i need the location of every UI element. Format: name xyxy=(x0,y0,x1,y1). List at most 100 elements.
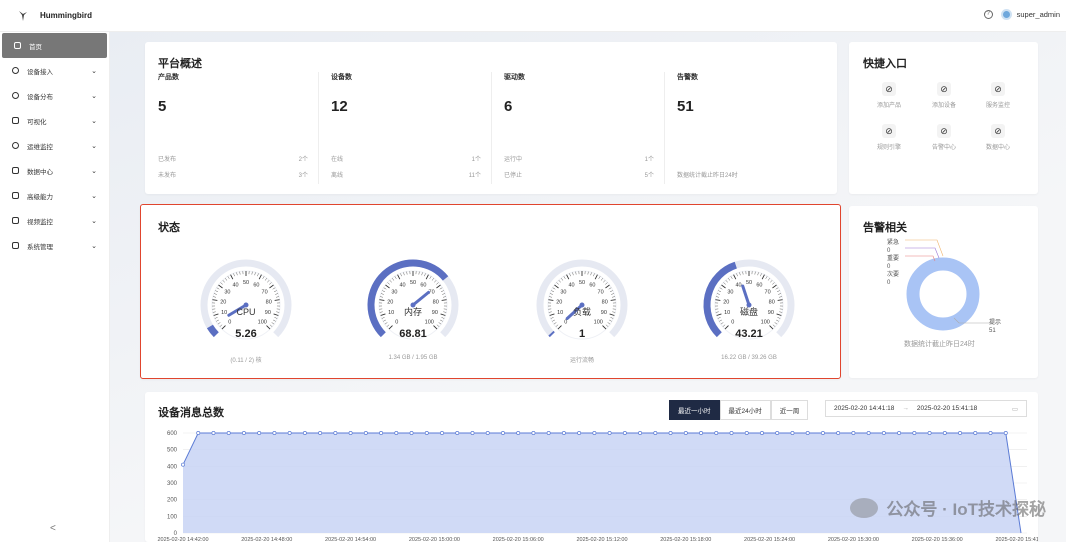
calendar-icon[interactable]: ▭ xyxy=(1012,405,1018,413)
gauge-tick xyxy=(551,290,555,292)
sidebar-item-video[interactable]: 视频监控 ⌄ xyxy=(0,208,109,233)
data-point xyxy=(836,431,841,435)
gauge-tick xyxy=(587,271,589,275)
data-point xyxy=(546,431,551,435)
gauge-tick xyxy=(217,322,221,325)
gauge-tick xyxy=(736,273,738,277)
gauge-tick xyxy=(767,278,770,281)
range-arrow-icon: → xyxy=(902,405,909,412)
gauge-tick xyxy=(442,296,446,298)
monitor-icon: ⊘ xyxy=(991,82,1005,96)
gauge-tick xyxy=(566,274,570,280)
x-tick-label: 2025-02-20 15:06:00 xyxy=(493,537,544,542)
data-point xyxy=(333,431,338,435)
gauge-tick xyxy=(774,322,778,325)
help-icon[interactable]: ? xyxy=(983,10,993,19)
app-name: Hummingbird xyxy=(40,11,92,20)
eye-icon xyxy=(12,92,19,99)
gauge-tick-label: 90 xyxy=(432,310,438,316)
app-logo[interactable]: Hummingbird xyxy=(18,10,92,22)
clock-icon xyxy=(12,142,19,149)
gauge-tick xyxy=(439,287,443,290)
avatar[interactable] xyxy=(1000,9,1012,20)
data-point xyxy=(287,431,292,435)
gauge-dial: 010 20 3040 50 6070 80 90 100磁盘 43.21 xyxy=(703,259,795,340)
legend-info: 提示 51 xyxy=(989,320,1002,334)
sidebar-item-device-access[interactable]: 设备接入 ⌄ xyxy=(0,58,109,83)
sidebar-item-label: 视频监控 xyxy=(27,218,53,226)
username[interactable]: super_admin xyxy=(1017,10,1060,19)
gauge-tick xyxy=(742,271,744,275)
gauge-tick-label: 100 xyxy=(258,319,267,325)
gauge-tick xyxy=(221,325,226,330)
gauge-tick xyxy=(610,299,616,301)
gauge-tick-label: 20 xyxy=(556,299,562,305)
data-point xyxy=(866,431,871,435)
data-point xyxy=(302,431,307,435)
quick-data-center[interactable]: ⊘ 数据中心 xyxy=(975,124,1021,151)
gauge-name: 内存 xyxy=(404,306,422,317)
sidebar-item-advanced[interactable]: 高级能力 ⌄ xyxy=(0,183,109,208)
sidebar-item-label: 运维监控 xyxy=(27,143,53,151)
gauge-subtext: 16.22 GB / 39.26 GB xyxy=(721,355,777,361)
gauge-tick xyxy=(213,313,219,316)
data-point xyxy=(683,431,688,435)
sidebar-item-system[interactable]: 系统管理 ⌄ xyxy=(0,233,109,258)
gauge-tick xyxy=(442,293,446,295)
gauge-tick xyxy=(383,287,387,290)
database-icon xyxy=(12,167,19,174)
gauge-tick xyxy=(421,272,423,276)
data-point xyxy=(561,431,566,435)
sidebar-item-label: 高级能力 xyxy=(27,193,53,201)
sidebar-item-device-distribution[interactable]: 设备分布 ⌄ xyxy=(0,83,109,108)
sidebar-item-data-center[interactable]: 数据中心 ⌄ xyxy=(0,158,109,183)
last-24h-button[interactable]: 最近24小时 xyxy=(719,400,771,420)
gauge-tick-label: 80 xyxy=(266,299,272,305)
x-tick-label: 2025-02-20 15:00:00 xyxy=(409,537,460,542)
sidebar-item-visualization[interactable]: 可视化 ⌄ xyxy=(0,108,109,133)
x-tick-label: 2025-02-20 15:18:00 xyxy=(660,537,711,542)
gauge-tick xyxy=(549,293,553,295)
gauge-tick xyxy=(269,284,274,289)
range-end[interactable]: 2025-02-20 15:41:18 xyxy=(917,405,977,412)
stat-drivers: 驱动数 6 运行中 1个 已停止 5个 xyxy=(504,72,676,182)
gauge-dial: 010 20 3040 50 6070 80 90 100CPU 5.26 xyxy=(200,259,292,340)
gauge-tick xyxy=(220,282,223,285)
gauge-tick xyxy=(264,278,267,281)
quick-add-product[interactable]: ⊘ 添加产品 xyxy=(866,82,912,109)
data-point xyxy=(379,431,384,435)
quick-add-device[interactable]: ⊘ 添加设备 xyxy=(921,82,967,109)
gauge-tick xyxy=(262,276,265,279)
gauge-tick xyxy=(216,287,220,290)
gauge-tick-label: 10 xyxy=(724,310,730,316)
quick-rule-engine[interactable]: ⊘ 规则引擎 xyxy=(866,124,912,151)
sidebar-item-home[interactable]: 首页 xyxy=(2,33,107,58)
quick-alarm-center[interactable]: ⊘ 告警中心 xyxy=(921,124,967,151)
y-tick-label: 500 xyxy=(167,448,178,454)
stat-value: 6 xyxy=(504,98,513,115)
gauge-tick-label: 10 xyxy=(388,310,394,316)
gauge-tick-label: 70 xyxy=(598,289,604,295)
donut-slice-info xyxy=(906,257,980,331)
data-point xyxy=(226,431,231,435)
gauge-tick xyxy=(609,319,612,322)
collapse-sidebar-icon[interactable]: < xyxy=(50,523,56,534)
sidebar-item-ops-monitor[interactable]: 运维监控 ⌄ xyxy=(0,133,109,158)
quick-service-monitor[interactable]: ⊘ 服务监控 xyxy=(975,82,1021,109)
gauge-tick xyxy=(602,325,607,330)
data-point xyxy=(912,431,917,435)
sidebar-item-label: 首页 xyxy=(29,43,42,51)
gauge-tick xyxy=(778,293,782,295)
gauge-tick xyxy=(558,280,561,283)
status-title: 状态 xyxy=(158,222,180,234)
date-range-picker[interactable]: 2025-02-20 14:41:18 → 2025-02-20 15:41:1… xyxy=(825,400,1027,417)
gauge-subtext: 运行流畅 xyxy=(569,358,594,364)
last-week-button[interactable]: 近一周 xyxy=(770,400,809,420)
top-bar: Hummingbird ? super_admin xyxy=(0,0,1066,32)
gauge-tick-label: 10 xyxy=(221,310,227,316)
product-icon: ⊘ xyxy=(882,82,896,96)
sidebar-item-label: 设备接入 xyxy=(27,68,53,76)
stat-label: 驱动数 xyxy=(504,74,525,81)
last-hour-button[interactable]: 最近一小时 xyxy=(669,400,720,420)
range-start[interactable]: 2025-02-20 14:41:18 xyxy=(834,405,894,412)
